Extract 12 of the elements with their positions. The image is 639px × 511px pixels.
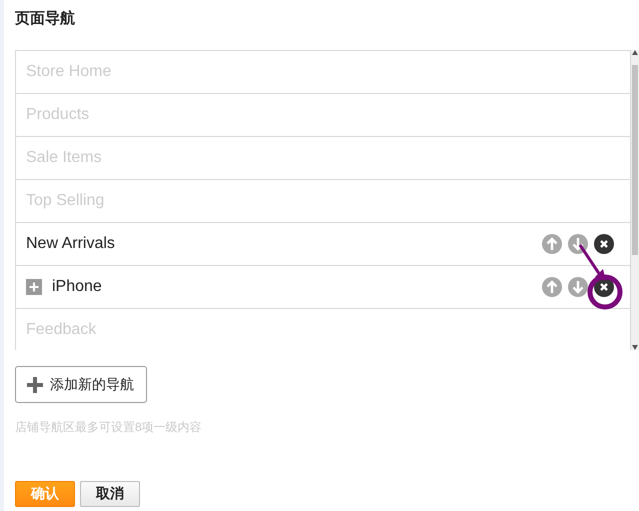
close-icon[interactable] [594,277,614,297]
scroll-down-icon[interactable] [632,345,638,350]
scrollbar[interactable] [631,50,639,350]
confirm-button[interactable]: 确认 [15,481,75,507]
cancel-button[interactable]: 取消 [80,481,140,507]
nav-item[interactable]: iPhone [52,278,532,296]
add-nav-button[interactable]: 添加新的导航 [15,366,147,403]
plus-icon [26,376,44,394]
nav-item[interactable]: New Arrivals [26,235,532,253]
close-icon[interactable] [594,234,614,254]
section-title: 页面导航 [15,9,76,28]
scroll-up-icon[interactable] [632,50,638,55]
